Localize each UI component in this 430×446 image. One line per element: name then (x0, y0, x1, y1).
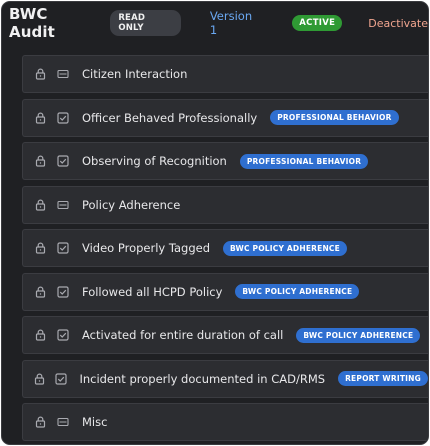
audit-item-row[interactable]: Video Properly Tagged BWC POLICY ADHERENC… (22, 229, 428, 267)
audit-item-list: Citizen Interaction Officer Behaved Profe… (22, 55, 428, 444)
lock-icon (33, 328, 47, 342)
audit-item-row[interactable]: Incident properly documented in CAD/RMS R… (22, 359, 428, 398)
read-only-badge: READ ONLY (110, 10, 181, 36)
lock-icon (33, 285, 47, 299)
category-tag: BWC POLICY ADHERENCE (296, 327, 421, 343)
audit-item-row[interactable]: Officer Behaved Professionally PROFESSION… (22, 98, 428, 137)
lock-icon (33, 372, 46, 386)
audit-item-row[interactable]: Citizen Interaction (22, 55, 428, 93)
audit-item-row[interactable]: Misc (22, 403, 428, 441)
audit-item-label: Citizen Interaction (82, 67, 188, 81)
audit-item-row[interactable]: Followed all HCPD Policy BWC POLICY ADHER… (22, 272, 428, 311)
lock-icon (33, 415, 47, 429)
lock-icon (33, 111, 47, 125)
audit-item-label: Incident properly documented in CAD/RMS (79, 371, 326, 386)
checkbox-icon (56, 111, 70, 125)
audit-item-label: Activated for entire duration of call (82, 328, 284, 342)
status-badge: ACTIVE (292, 15, 343, 31)
audit-item-label: Policy Adherence (82, 197, 181, 212)
version-link[interactable]: Version 1 (210, 9, 262, 37)
checkbox-icon (56, 285, 70, 299)
audit-item-label: Video Properly Tagged (82, 241, 211, 255)
audit-header: BWC Audit READ ONLY Version 1 ACTIVE Dea… (2, 2, 428, 44)
deactivate-button[interactable]: Deactivate (368, 17, 428, 30)
audit-item-label: Misc (82, 415, 108, 429)
category-tag: BWC POLICY ADHERENCE (235, 284, 360, 299)
lock-icon (33, 198, 47, 212)
checkbox-icon (55, 372, 68, 386)
audit-item-row[interactable]: Observing of Recognition PROFESSIONAL BEH… (22, 142, 428, 180)
checkbox-icon (56, 328, 70, 342)
audit-panel: BWC Audit READ ONLY Version 1 ACTIVE Dea… (1, 1, 429, 445)
category-tag: REPORT WRITING (338, 371, 428, 386)
audit-item-label: Officer Behaved Professionally (82, 110, 258, 125)
audit-item-row[interactable]: Activated for entire duration of call BWC… (22, 316, 428, 354)
section-icon (56, 198, 70, 212)
audit-item-label: Observing of Recognition (82, 154, 227, 168)
section-icon (56, 415, 70, 429)
lock-icon (33, 67, 47, 81)
audit-item-label: Followed all HCPD Policy (82, 284, 223, 299)
checkbox-icon (56, 241, 70, 255)
lock-icon (33, 154, 47, 168)
category-tag: BWC POLICY ADHERENCE (223, 240, 347, 256)
category-tag: PROFESSIONAL BEHAVIOR (239, 153, 369, 169)
audit-item-row[interactable]: Policy Adherence (22, 185, 428, 224)
category-tag: PROFESSIONAL BEHAVIOR (270, 110, 399, 125)
checkbox-icon (56, 154, 70, 168)
lock-icon (33, 241, 47, 255)
page-title: BWC Audit (9, 5, 55, 41)
section-icon (56, 67, 70, 81)
